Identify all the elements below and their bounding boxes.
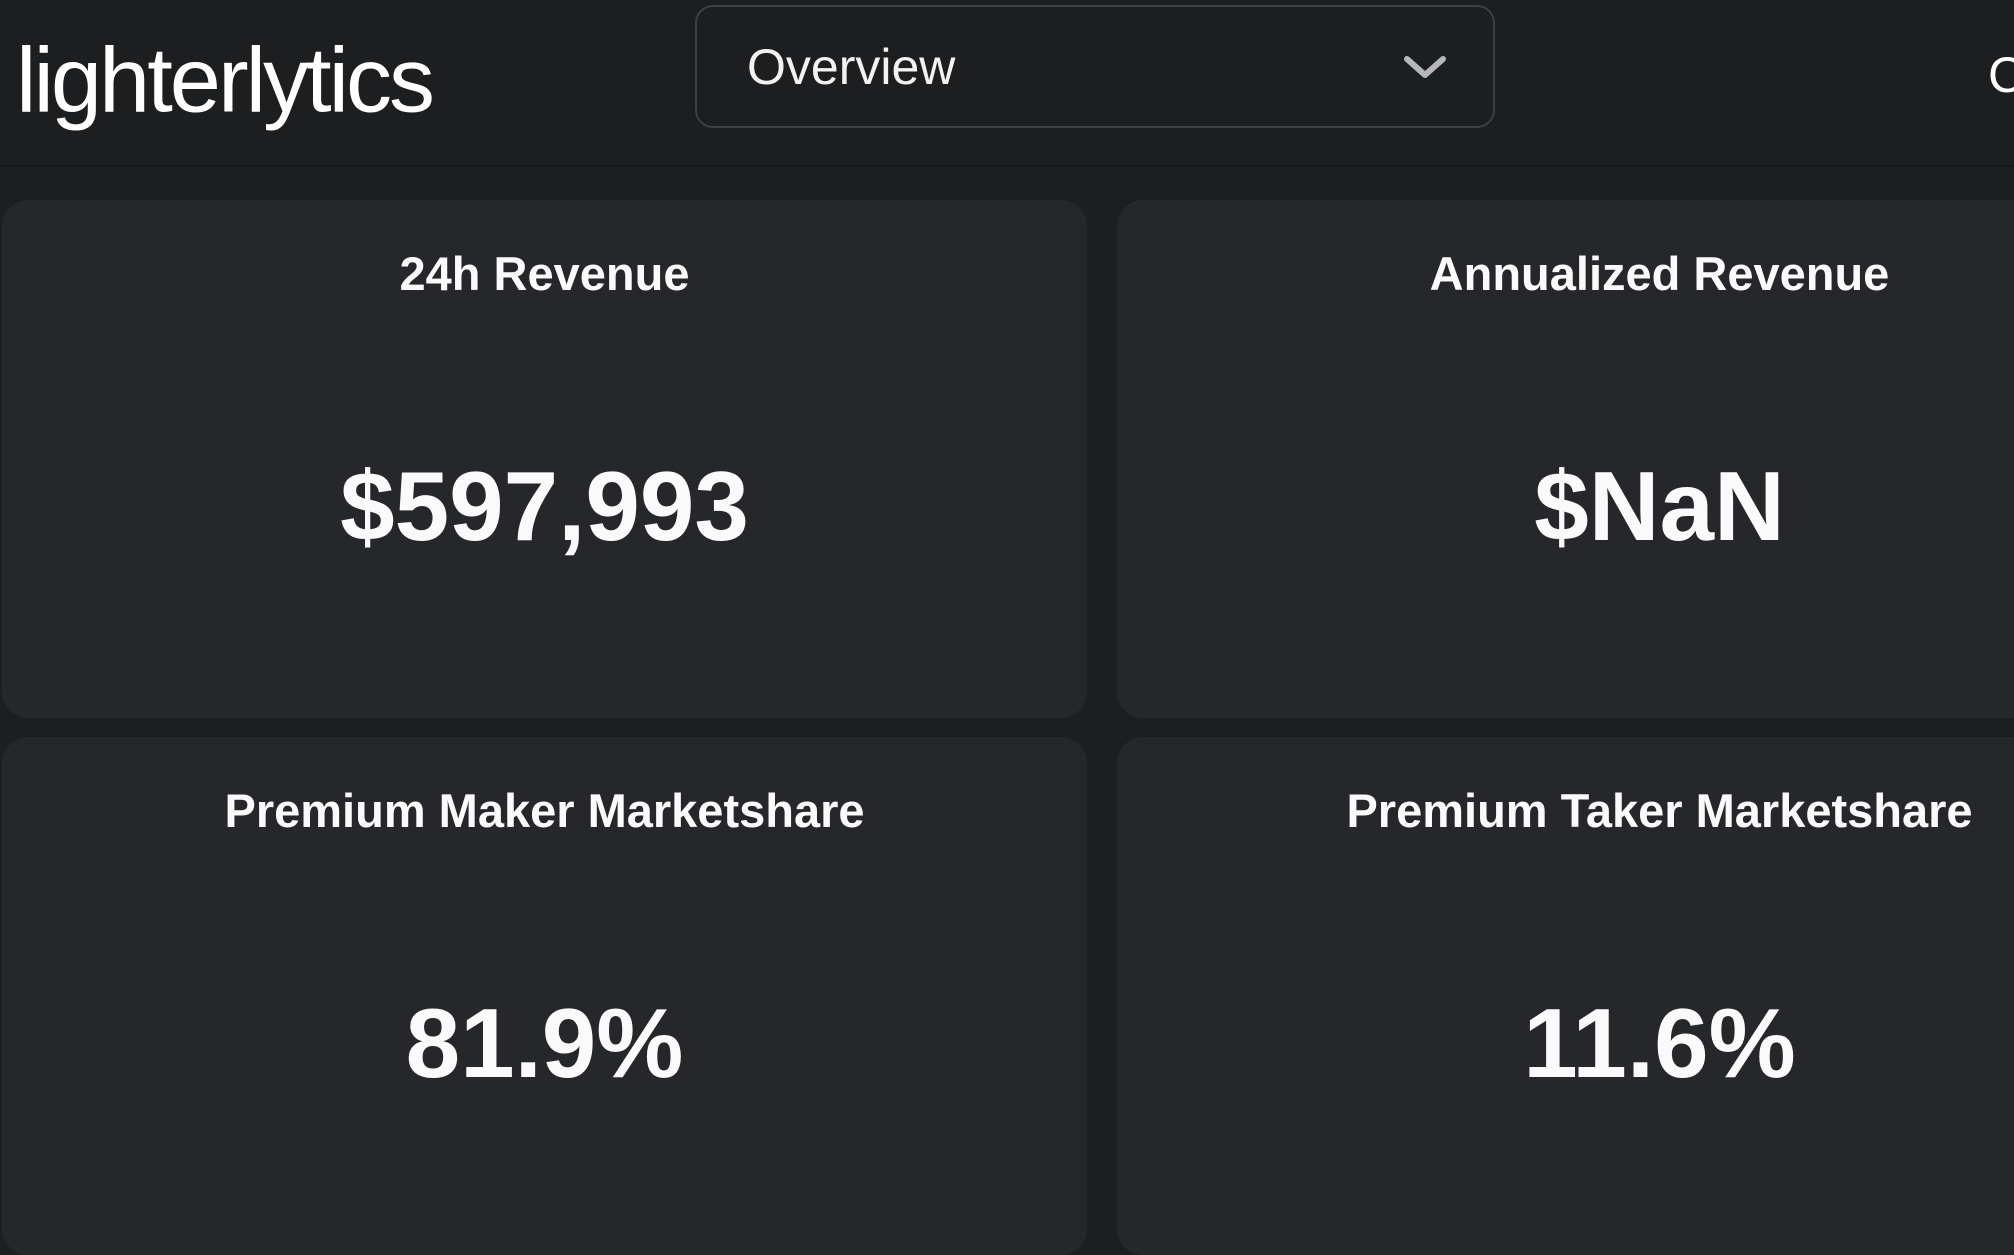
stat-card-value: 81.9%	[406, 987, 684, 1100]
top-header: lighterlytics Overview C	[0, 0, 2014, 167]
stat-card-value: $NaN	[1534, 450, 1785, 563]
stat-card-24h-revenue: 24h Revenue $597,993	[2, 200, 1087, 718]
stat-card-title: 24h Revenue	[400, 246, 690, 301]
cutoff-right-button[interactable]: C	[1988, 46, 2014, 104]
chevron-down-icon	[1402, 54, 1448, 80]
stat-card-title: Premium Taker Marketshare	[1346, 783, 1972, 838]
stat-card-premium-maker-marketshare: Premium Maker Marketshare 81.9%	[2, 737, 1087, 1255]
stat-card-annualized-revenue: Annualized Revenue $NaN	[1117, 200, 2014, 718]
view-selector-dropdown[interactable]: Overview	[695, 5, 1495, 128]
brand-logo: lighterlytics	[16, 28, 432, 133]
stats-grid: 24h Revenue $597,993 Annualized Revenue …	[0, 167, 2014, 1255]
stat-card-title: Premium Maker Marketshare	[224, 783, 864, 838]
stat-card-value: $597,993	[340, 450, 749, 563]
stat-card-premium-taker-marketshare: Premium Taker Marketshare 11.6%	[1117, 737, 2014, 1255]
view-selector-value: Overview	[747, 38, 1402, 96]
stat-card-title: Annualized Revenue	[1430, 246, 1890, 301]
stat-card-value: 11.6%	[1523, 987, 1795, 1100]
